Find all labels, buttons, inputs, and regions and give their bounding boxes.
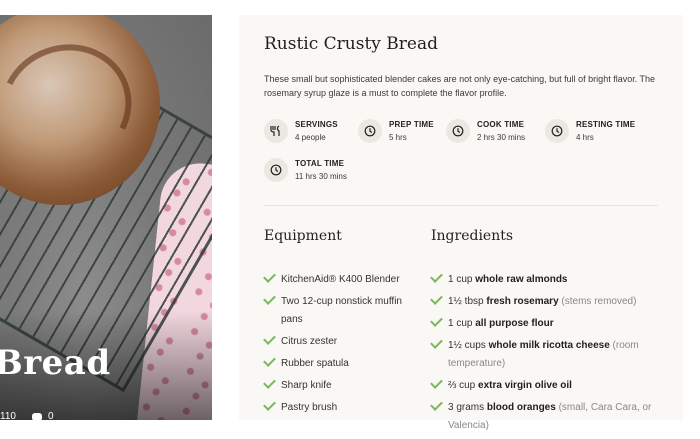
views-count: 110	[0, 411, 16, 420]
ingredients-list: 1 cup whole raw almonds 1½ tbsp fresh ro…	[430, 270, 671, 439]
hero-meta: 110 0	[0, 411, 54, 420]
check-icon	[263, 332, 276, 345]
recipe-description: These small but sophisticated blender ca…	[264, 74, 656, 98]
section-divider	[264, 205, 658, 206]
recipe-card: Rustic Crusty Bread These small but soph…	[239, 15, 683, 431]
list-item: 1½ cups whole milk ricotta cheese (room …	[430, 336, 671, 373]
recipe-title: Rustic Crusty Bread	[264, 34, 439, 54]
hero-title: Bread	[0, 343, 111, 383]
check-icon	[430, 270, 443, 283]
list-item: 1 cup whole raw almonds	[430, 270, 671, 289]
fact-servings: SERVINGS 4 people	[264, 119, 338, 143]
list-item: 3 grams blood oranges (small, Cara Cara,…	[430, 398, 671, 435]
fact-total-time: TOTAL TIME 11 hrs 30 mins	[264, 158, 347, 182]
comments-count: 0	[47, 411, 54, 420]
hero-image: Bread 110 0	[0, 15, 212, 420]
list-item: 1 cup all purpose flour	[430, 314, 671, 333]
list-item: ⅔ cup extra virgin olive oil	[430, 376, 671, 395]
fact-prep-time: PREP TIME 5 hrs	[358, 119, 434, 143]
equipment-heading: Equipment	[264, 228, 342, 244]
list-item: Pastry brush	[263, 398, 404, 417]
list-item: Sharp knife	[263, 376, 404, 395]
clock-icon	[545, 119, 569, 143]
check-icon	[263, 270, 276, 283]
fact-resting-time: RESTING TIME 4 hrs	[545, 119, 635, 143]
check-icon	[430, 376, 443, 389]
top-bar	[0, 0, 700, 15]
check-icon	[263, 354, 276, 367]
check-icon	[263, 292, 276, 305]
list-item: 1½ tbsp fresh rosemary (stems removed)	[430, 292, 671, 311]
check-icon	[263, 376, 276, 389]
clock-icon	[264, 158, 288, 182]
list-item: Rubber spatula	[263, 354, 404, 373]
ingredients-heading: Ingredients	[431, 228, 514, 244]
comment-icon	[31, 412, 42, 420]
fact-cook-time: COOK TIME 2 hrs 30 mins	[446, 119, 525, 143]
list-item: KitchenAid® K400 Blender	[263, 270, 404, 289]
list-item: Citrus zester	[263, 332, 404, 351]
check-icon	[430, 336, 443, 349]
clock-icon	[446, 119, 470, 143]
fork-knife-icon	[264, 119, 288, 143]
check-icon	[430, 314, 443, 327]
equipment-list: KitchenAid® K400 Blender Two 12-cup nons…	[263, 270, 404, 421]
check-icon	[430, 398, 443, 411]
check-icon	[430, 292, 443, 305]
check-icon	[263, 398, 276, 411]
clock-icon	[358, 119, 382, 143]
list-item: Two 12-cup nonstick muffin pans	[263, 292, 404, 329]
